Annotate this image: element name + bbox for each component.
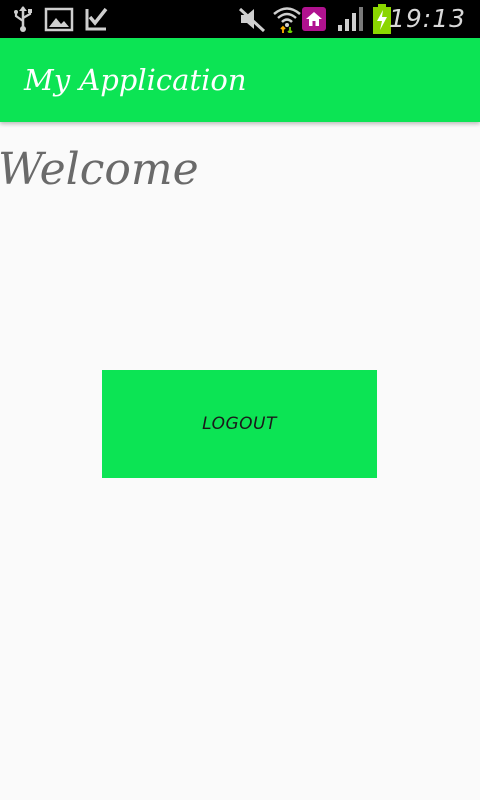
status-bar: 19:13: [0, 0, 480, 38]
logout-button[interactable]: LOGOUT: [102, 370, 377, 478]
wifi-icon: [273, 7, 301, 33]
signal-icon: [338, 7, 363, 31]
status-time: 19:13: [388, 4, 466, 33]
usb-icon: [14, 6, 32, 32]
app-bar: My Application: [0, 38, 480, 122]
app-title: My Application: [24, 63, 247, 97]
welcome-heading: Welcome: [0, 144, 199, 195]
home-icon: [302, 7, 326, 31]
download-done-icon: [85, 7, 108, 31]
logout-button-label: LOGOUT: [202, 414, 277, 434]
muted-icon: [238, 7, 266, 33]
gallery-icon: [44, 7, 74, 32]
